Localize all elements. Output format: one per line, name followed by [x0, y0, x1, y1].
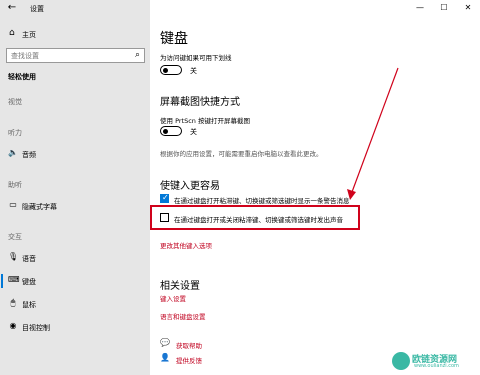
sidebar-item-speech[interactable]: 🎙 语音	[0, 249, 150, 267]
toggle-knob	[163, 128, 168, 134]
print-screen-toggle-label: 关	[190, 128, 197, 136]
print-screen-desc: 使用 PrtScn 按键打开屏幕截图	[160, 117, 250, 125]
sidebar-item-label: 键盘	[22, 278, 36, 286]
print-screen-note: 根据你的应用设置，可能需要重启你电脑以查看此更改。	[160, 150, 323, 158]
speaker-icon: 🔈	[8, 148, 18, 157]
sidebar-item-label: 鼠标	[22, 301, 36, 309]
group-label-interaction: 交互	[8, 233, 22, 241]
feedback-icon: 👤	[160, 353, 170, 362]
back-icon[interactable]: ←	[6, 2, 18, 14]
sidebar: ← 设置 ⌂ 主页 ⌕ 轻松使用 视觉 听力 🔈 音频 助听 ▭ 隐藏式字幕 交…	[0, 0, 150, 375]
microphone-icon: 🎙	[8, 252, 19, 261]
underline-access-keys-desc: 为访问键如果可用下划线	[160, 54, 232, 62]
caption-icon: ▭	[9, 200, 17, 209]
window-title: 设置	[30, 5, 44, 13]
search-icon[interactable]: ⌕	[135, 50, 140, 60]
feedback-link[interactable]: 提供反馈	[176, 355, 202, 365]
keyboard-icon: ⌨	[8, 275, 20, 284]
nav-home[interactable]: ⌂ 主页	[0, 26, 150, 42]
close-button[interactable]: ✕	[456, 0, 480, 16]
sidebar-item-label: 音频	[22, 151, 36, 159]
get-help-link[interactable]: 获取帮助	[176, 340, 202, 350]
active-indicator	[1, 274, 3, 288]
search-input[interactable]	[7, 49, 122, 62]
window-controls: — ☐ ✕	[408, 0, 480, 16]
typing-settings-link[interactable]: 键入设置	[160, 293, 186, 303]
watermark-url: www.oulianzi.com	[414, 363, 459, 369]
more-typing-options-link[interactable]: 更改其他键入选项	[160, 240, 212, 250]
mouse-icon: 🖱	[10, 298, 16, 307]
group-label-assist: 助听	[8, 181, 22, 189]
minimize-button[interactable]: —	[408, 0, 432, 16]
page-title: 键盘	[160, 31, 188, 47]
warning-checkbox[interactable]	[160, 193, 169, 203]
maximize-button[interactable]: ☐	[432, 0, 456, 16]
eye-icon: ◉	[9, 321, 17, 330]
language-keyboard-link[interactable]: 语言和键盘设置	[160, 311, 206, 321]
sidebar-item-keyboard[interactable]: ⌨ 键盘	[0, 272, 150, 290]
group-label-vision: 视觉	[8, 98, 22, 106]
highlight-box	[150, 205, 360, 230]
related-settings-heading: 相关设置	[160, 281, 200, 292]
underline-toggle[interactable]	[160, 65, 182, 75]
sidebar-item-label: 语音	[22, 255, 36, 263]
search-box[interactable]: ⌕	[6, 48, 145, 63]
sidebar-item-label: 目视控制	[22, 324, 50, 332]
sidebar-item-label: 隐藏式字幕	[22, 203, 57, 211]
watermark-logo	[392, 352, 410, 370]
toggle-knob	[163, 67, 168, 73]
underline-toggle-label: 关	[190, 67, 197, 75]
print-screen-heading: 屏幕截图快捷方式	[160, 97, 240, 108]
sidebar-item-eye-control[interactable]: ◉ 目视控制	[0, 318, 150, 336]
easier-typing-heading: 使键入更容易	[160, 181, 220, 192]
group-label-hearing: 听力	[8, 129, 22, 137]
main-content: — ☐ ✕ 键盘 为访问键如果可用下划线 关 屏幕截图快捷方式 使用 PrtSc…	[150, 0, 480, 375]
print-screen-toggle[interactable]	[160, 126, 182, 136]
sidebar-item-captions[interactable]: ▭ 隐藏式字幕	[0, 197, 150, 215]
watermark: 欧链资源网 www.oulianzi.com	[392, 352, 477, 372]
home-icon: ⌂	[9, 28, 15, 38]
sidebar-item-audio[interactable]: 🔈 音频	[0, 145, 150, 163]
home-label: 主页	[22, 31, 36, 39]
sidebar-item-mouse[interactable]: 🖱 鼠标	[0, 295, 150, 313]
section-title: 轻松使用	[8, 73, 36, 81]
help-icon: 💬	[160, 338, 170, 347]
warning-option-label: 在通过键盘打开粘滞键、切换键或筛选键时显示一条警告消息	[174, 197, 350, 205]
